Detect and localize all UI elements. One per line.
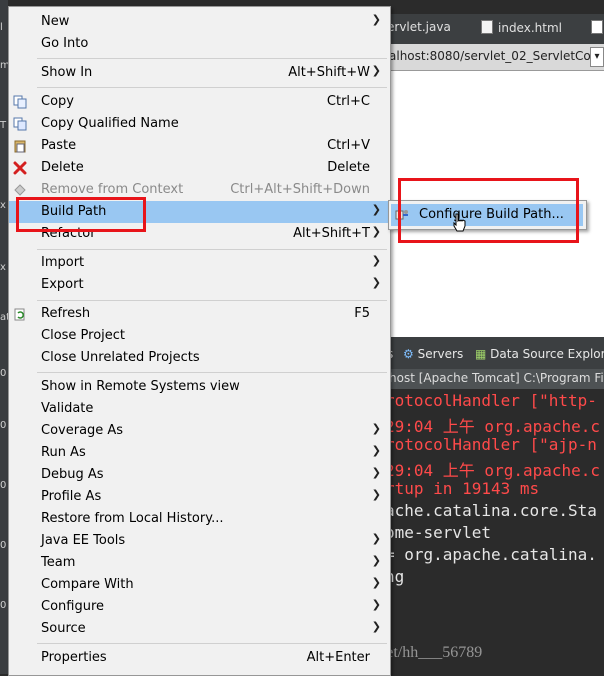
chevron-right-icon: ❯ bbox=[371, 444, 381, 457]
delete-icon bbox=[13, 161, 27, 175]
menu-item-java-ee-tools[interactable]: Java EE Tools ❯ bbox=[9, 530, 390, 552]
browser-url-bar[interactable]: alhost:8080/servlet_02_ServletConfig/ ▾ bbox=[385, 44, 604, 71]
chevron-right-icon: ❯ bbox=[371, 598, 381, 611]
menu-item-debug-as[interactable]: Debug As ❯ bbox=[9, 464, 390, 486]
menu-item-compare-with[interactable]: Compare With ❯ bbox=[9, 574, 390, 596]
menu-item-new[interactable]: New ❯ bbox=[9, 11, 390, 33]
chevron-right-icon: ❯ bbox=[371, 532, 381, 545]
chevron-right-icon: ❯ bbox=[371, 576, 381, 589]
mouse-cursor-icon bbox=[453, 213, 466, 232]
views-tab-bar: s ⚙ Servers ▦ Data Source Explor bbox=[385, 337, 604, 369]
menu-item-go-into[interactable]: Go Into bbox=[9, 33, 390, 55]
console-line: rtup in 19143 ms bbox=[385, 479, 540, 498]
console-line: 29:04 上午 org.apache.c bbox=[385, 417, 601, 436]
chevron-right-icon: ❯ bbox=[371, 203, 381, 216]
menu-separator bbox=[37, 372, 387, 373]
menu-item-import[interactable]: Import ❯ bbox=[9, 252, 390, 274]
chevron-right-icon: ❯ bbox=[371, 488, 381, 501]
data-source-tab[interactable]: ▦ Data Source Explor bbox=[475, 347, 604, 361]
menu-item-validate[interactable]: Validate bbox=[9, 398, 390, 420]
menu-item-show-remote-systems[interactable]: Show in Remote Systems view bbox=[9, 376, 390, 398]
menu-item-refresh[interactable]: Refresh F5 bbox=[9, 303, 390, 325]
data-source-icon: ▦ bbox=[475, 347, 487, 361]
annotation-box-configure-build-path bbox=[398, 178, 579, 243]
html-file-icon bbox=[481, 20, 493, 34]
annotation-box-build-path bbox=[16, 197, 146, 232]
menu-separator bbox=[37, 300, 387, 301]
menu-item-paste[interactable]: Paste Ctrl+V bbox=[9, 135, 390, 157]
menu-item-delete[interactable]: Delete Delete bbox=[9, 157, 390, 179]
remove-context-icon bbox=[14, 184, 26, 196]
url-dropdown-icon[interactable]: ▾ bbox=[590, 47, 604, 67]
menu-item-profile-as[interactable]: Profile As ❯ bbox=[9, 486, 390, 508]
console-output: rotocolHandler ["http- 29:04 上午 org.apac… bbox=[385, 389, 604, 674]
tab-index-html[interactable]: index.html bbox=[481, 20, 562, 35]
console-line: 29:04 上午 org.apache.c bbox=[385, 461, 601, 480]
chevron-right-icon: ❯ bbox=[371, 554, 381, 567]
console-line: ache.catalina.core.Sta bbox=[385, 501, 597, 520]
editor-tab-bar: ervlet.java index.html bbox=[385, 14, 604, 44]
tab-servlet-java[interactable]: ervlet.java bbox=[387, 20, 451, 34]
menu-item-source[interactable]: Source ❯ bbox=[9, 618, 390, 640]
servers-tab[interactable]: ⚙ Servers bbox=[403, 347, 463, 361]
console-title: host [Apache Tomcat] C:\Program Fil bbox=[385, 369, 604, 389]
menu-item-properties[interactable]: Properties Alt+Enter bbox=[9, 647, 390, 669]
chevron-right-icon: ❯ bbox=[371, 620, 381, 633]
copy-qualified-icon bbox=[13, 117, 27, 131]
chevron-right-icon: ❯ bbox=[371, 422, 381, 435]
console-line: rotocolHandler ["http- bbox=[385, 391, 597, 410]
chevron-right-icon: ❯ bbox=[371, 254, 381, 267]
menu-item-close-project[interactable]: Close Project bbox=[9, 325, 390, 347]
console-line: rotocolHandler ["ajp-n bbox=[385, 435, 597, 454]
menu-item-coverage-as[interactable]: Coverage As ❯ bbox=[9, 420, 390, 442]
paste-icon bbox=[14, 140, 26, 153]
menu-separator bbox=[37, 87, 387, 88]
menu-item-export[interactable]: Export ❯ bbox=[9, 274, 390, 296]
console-line: ome-servlet bbox=[385, 523, 491, 542]
menu-item-configure[interactable]: Configure ❯ bbox=[9, 596, 390, 618]
copy-icon bbox=[13, 95, 27, 109]
console-line: = org.apache.catalina. bbox=[385, 545, 597, 564]
left-panel-strip: l m Tx x at 0 0 0 0 0 bbox=[0, 0, 10, 674]
chevron-right-icon: ❯ bbox=[371, 225, 381, 238]
context-menu: New ❯ Go Into Show In Alt+Shift+W ❯ Copy Ctr… bbox=[8, 6, 391, 676]
menu-item-restore-local-history[interactable]: Restore from Local History... bbox=[9, 508, 390, 530]
menu-item-copy-qualified-name[interactable]: Copy Qualified Name bbox=[9, 113, 390, 135]
menu-item-close-unrelated-projects[interactable]: Close Unrelated Projects bbox=[9, 347, 390, 369]
servers-icon: ⚙ bbox=[403, 347, 414, 361]
refresh-icon bbox=[14, 308, 25, 321]
menu-item-show-in[interactable]: Show In Alt+Shift+W ❯ bbox=[9, 62, 390, 84]
menu-separator bbox=[37, 643, 387, 644]
java-file-icon[interactable] bbox=[591, 20, 604, 35]
chevron-right-icon: ❯ bbox=[371, 466, 381, 479]
menu-separator bbox=[37, 249, 387, 250]
menu-separator bbox=[37, 58, 387, 59]
menu-item-copy[interactable]: Copy Ctrl+C bbox=[9, 91, 390, 113]
chevron-right-icon: ❯ bbox=[371, 276, 381, 289]
menu-item-run-as[interactable]: Run As ❯ bbox=[9, 442, 390, 464]
chevron-right-icon: ❯ bbox=[371, 13, 381, 26]
menu-item-team[interactable]: Team ❯ bbox=[9, 552, 390, 574]
chevron-right-icon: ❯ bbox=[371, 64, 381, 77]
